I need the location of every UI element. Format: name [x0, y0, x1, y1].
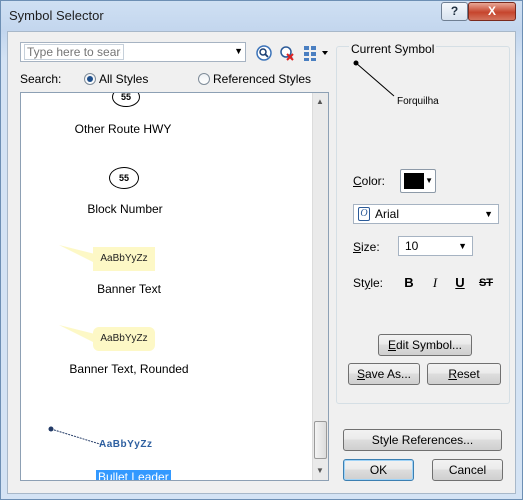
- underline-button[interactable]: U: [450, 273, 470, 293]
- list-item[interactable]: Block Number: [25, 202, 225, 216]
- list-item[interactable]: Banner Text: [29, 282, 229, 296]
- reset-button[interactable]: Reset: [427, 363, 501, 385]
- radio-referenced-styles[interactable]: Referenced Styles: [198, 72, 311, 86]
- clear-search-icon[interactable]: [278, 44, 296, 62]
- window-title: Symbol Selector: [9, 8, 104, 23]
- list-scrollbar[interactable]: ▲ ▼: [312, 93, 328, 480]
- list-item-selected[interactable]: Bullet Leader: [96, 470, 171, 480]
- symbol-selector-window: Symbol Selector ? X ▼: [0, 0, 523, 500]
- radio-unselected-icon[interactable]: [198, 73, 210, 85]
- chevron-down-icon[interactable]: ▼: [484, 209, 493, 219]
- radio-selected-icon[interactable]: [84, 73, 96, 85]
- list-item[interactable]: Other Route HWY: [23, 122, 223, 136]
- color-picker[interactable]: ▼: [400, 169, 436, 193]
- radio-all-styles-label: All Styles: [99, 72, 149, 86]
- scroll-up-icon[interactable]: ▲: [316, 97, 324, 106]
- help-button[interactable]: ?: [441, 2, 468, 21]
- symbol-list[interactable]: 55 Other Route HWY 55 Block Number AaBbY…: [20, 92, 329, 481]
- bullet-leader-preview[interactable]: AaBbYyZz: [99, 439, 152, 450]
- size-value: 10: [405, 239, 419, 253]
- scroll-thumb[interactable]: [314, 421, 327, 459]
- font-value: Arial: [375, 207, 400, 221]
- title-bar[interactable]: Symbol Selector ? X: [1, 1, 522, 29]
- chevron-down-icon[interactable]: ▼: [234, 46, 243, 56]
- size-select[interactable]: 10 ▼: [398, 236, 473, 256]
- search-icon[interactable]: [255, 44, 273, 62]
- color-label: Color:: [353, 174, 386, 188]
- radio-referenced-styles-label: Referenced Styles: [213, 72, 312, 86]
- search-combo[interactable]: ▼: [20, 42, 246, 62]
- search-input[interactable]: [24, 44, 124, 60]
- cancel-button[interactable]: Cancel: [432, 459, 503, 481]
- list-item[interactable]: Banner Text, Rounded: [29, 362, 229, 376]
- current-symbol-title: Current Symbol: [349, 42, 437, 56]
- chevron-down-icon[interactable]: ▼: [458, 241, 467, 251]
- current-symbol-preview: Forquilha: [397, 96, 439, 107]
- banner-text-preview[interactable]: AaBbYyZz: [93, 247, 155, 271]
- bold-button[interactable]: B: [399, 273, 419, 293]
- dialog-body: ▼: [7, 31, 516, 494]
- radio-all-styles[interactable]: All Styles: [84, 72, 148, 86]
- view-options-icon[interactable]: [303, 44, 333, 62]
- size-label: Size:: [353, 240, 380, 254]
- close-button[interactable]: X: [468, 2, 516, 21]
- opentype-font-icon: O: [358, 207, 370, 221]
- block-number-preview[interactable]: 55: [109, 167, 139, 189]
- save-as-button[interactable]: Save As...: [348, 363, 420, 385]
- route-shield-preview[interactable]: 55: [112, 93, 140, 107]
- edit-symbol-button[interactable]: Edit Symbol...: [378, 334, 472, 356]
- style-label: Style:: [353, 276, 384, 290]
- italic-button[interactable]: I: [425, 273, 445, 293]
- scroll-down-icon[interactable]: ▼: [316, 466, 324, 475]
- style-references-button[interactable]: Style References...: [343, 429, 502, 451]
- color-swatch: [404, 173, 424, 189]
- font-select[interactable]: O Arial ▼: [353, 204, 499, 224]
- chevron-down-icon[interactable]: ▼: [425, 176, 433, 185]
- ok-button[interactable]: OK: [343, 459, 414, 481]
- banner-rounded-preview[interactable]: AaBbYyZz: [93, 327, 155, 351]
- search-scope-label: Search:: [20, 72, 62, 86]
- strikethrough-button[interactable]: ST: [476, 273, 496, 293]
